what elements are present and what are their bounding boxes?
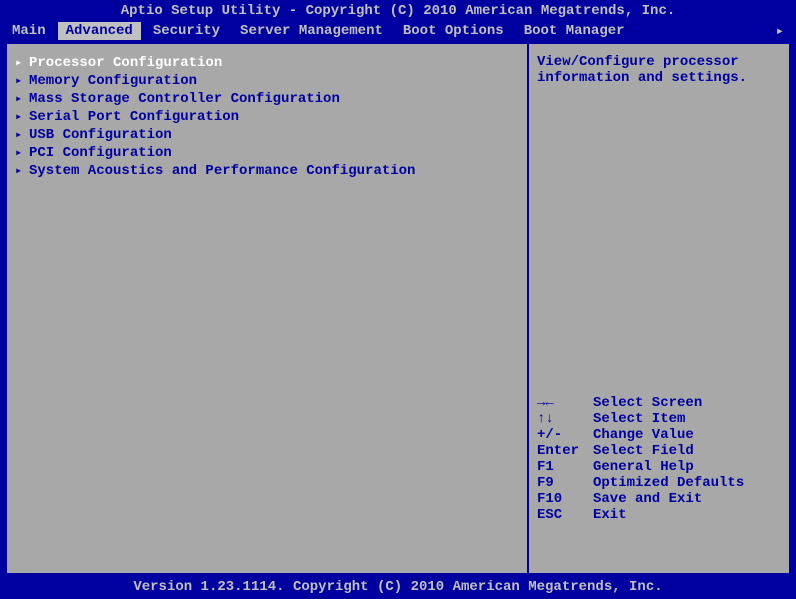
key-hints: →← Select Screen ↑↓ Select Item +/- Chan… <box>537 395 781 563</box>
key-desc: Select Item <box>593 411 685 427</box>
key-desc: Save and Exit <box>593 491 702 507</box>
menu-serial-port-configuration[interactable]: ▸ Serial Port Configuration <box>15 108 519 126</box>
help-line: information and settings. <box>537 70 781 86</box>
bios-screen: Aptio Setup Utility - Copyright (C) 2010… <box>0 0 796 599</box>
menu-mass-storage-configuration[interactable]: ▸ Mass Storage Controller Configuration <box>15 90 519 108</box>
key-hint-row: Enter Select Field <box>537 443 781 459</box>
menu-item-label: Processor Configuration <box>29 55 222 71</box>
key-desc: Optimized Defaults <box>593 475 744 491</box>
tab-boot-options[interactable]: Boot Options <box>395 22 512 40</box>
tab-main[interactable]: Main <box>4 22 54 40</box>
key-name: F10 <box>537 491 593 507</box>
key-desc: Select Field <box>593 443 694 459</box>
key-name: ESC <box>537 507 593 523</box>
main-area: ▸ Processor Configuration ▸ Memory Confi… <box>4 42 792 575</box>
key-hint-row: +/- Change Value <box>537 427 781 443</box>
key-hint-row: ↑↓ Select Item <box>537 411 781 427</box>
key-name: F1 <box>537 459 593 475</box>
key-desc: General Help <box>593 459 694 475</box>
menu-pci-configuration[interactable]: ▸ PCI Configuration <box>15 144 519 162</box>
footer-text: Version 1.23.1114. Copyright (C) 2010 Am… <box>133 579 662 595</box>
key-name: →← <box>537 395 593 411</box>
help-text: View/Configure processor information and… <box>537 54 781 86</box>
key-hint-row: ESC Exit <box>537 507 781 523</box>
key-name: ↑↓ <box>537 411 593 427</box>
title-text: Aptio Setup Utility - Copyright (C) 2010… <box>121 3 676 19</box>
tab-server-management[interactable]: Server Management <box>232 22 391 40</box>
menu-system-acoustics-configuration[interactable]: ▸ System Acoustics and Performance Confi… <box>15 162 519 180</box>
help-line: View/Configure processor <box>537 54 781 70</box>
menu-memory-configuration[interactable]: ▸ Memory Configuration <box>15 72 519 90</box>
tab-boot-manager[interactable]: Boot Manager <box>516 22 633 40</box>
submenu-arrow-icon: ▸ <box>15 145 29 161</box>
submenu-arrow-icon: ▸ <box>15 73 29 89</box>
tab-advanced[interactable]: Advanced <box>58 22 141 40</box>
tab-security[interactable]: Security <box>145 22 228 40</box>
submenu-arrow-icon: ▸ <box>15 109 29 125</box>
key-hint-row: F1 General Help <box>537 459 781 475</box>
key-hint-row: →← Select Screen <box>537 395 781 411</box>
submenu-arrow-icon: ▸ <box>15 91 29 107</box>
key-desc: Exit <box>593 507 627 523</box>
tab-bar: Main Advanced Security Server Management… <box>0 22 796 42</box>
menu-item-label: USB Configuration <box>29 127 172 143</box>
menu-item-label: Mass Storage Controller Configuration <box>29 91 340 107</box>
tab-scroll-right-icon[interactable]: ▸ <box>776 23 792 40</box>
key-desc: Select Screen <box>593 395 702 411</box>
key-name: F9 <box>537 475 593 491</box>
menu-item-label: System Acoustics and Performance Configu… <box>29 163 415 179</box>
key-hint-row: F9 Optimized Defaults <box>537 475 781 491</box>
submenu-arrow-icon: ▸ <box>15 163 29 179</box>
help-panel: View/Configure processor information and… <box>529 44 789 573</box>
title-bar: Aptio Setup Utility - Copyright (C) 2010… <box>0 0 796 22</box>
key-name: +/- <box>537 427 593 443</box>
menu-usb-configuration[interactable]: ▸ USB Configuration <box>15 126 519 144</box>
menu-item-label: Serial Port Configuration <box>29 109 239 125</box>
menu-processor-configuration[interactable]: ▸ Processor Configuration <box>15 54 519 72</box>
menu-panel: ▸ Processor Configuration ▸ Memory Confi… <box>7 44 529 573</box>
key-name: Enter <box>537 443 593 459</box>
submenu-arrow-icon: ▸ <box>15 127 29 143</box>
menu-item-label: PCI Configuration <box>29 145 172 161</box>
key-hint-row: F10 Save and Exit <box>537 491 781 507</box>
submenu-arrow-icon: ▸ <box>15 55 29 71</box>
footer-bar: Version 1.23.1114. Copyright (C) 2010 Am… <box>0 575 796 599</box>
key-desc: Change Value <box>593 427 694 443</box>
menu-item-label: Memory Configuration <box>29 73 197 89</box>
